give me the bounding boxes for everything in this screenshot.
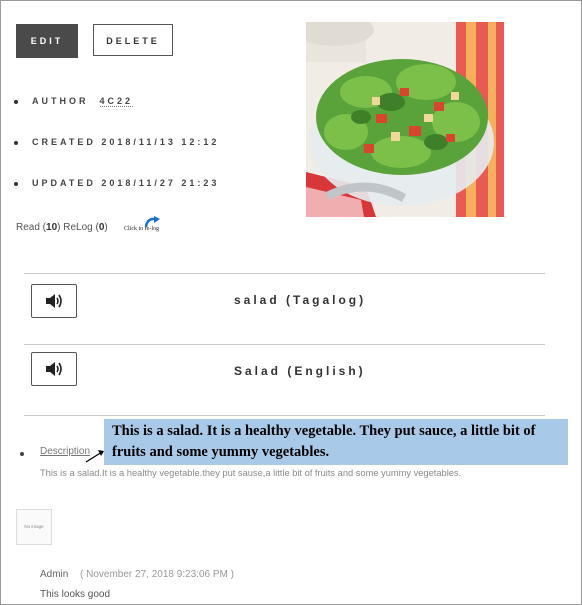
speaker-icon [46,294,62,308]
salad-photo [306,22,504,217]
comment-avatar-placeholder: No image [16,509,52,545]
created-value: 2018/11/13 12:12 [101,137,220,147]
comment-date: ( November 27, 2018 9:23:06 PM ) [80,569,234,580]
description-text: This is a salad.It is a healthy vegetabl… [40,468,462,478]
word-english: Salad (English) [234,364,366,378]
updated-label: UPDATED [32,178,96,188]
author-label: AUTHOR [32,96,89,106]
arrow-icon [85,450,104,463]
bullet-icon [20,452,24,456]
bullet-icon [14,140,18,145]
bullet-icon [14,99,18,104]
relog-label: ReLog [63,222,93,233]
divider [24,273,545,274]
meta-updated: UPDATED 2018/11/27 21:23 [14,178,219,188]
read-label: Read [16,222,40,233]
divider [24,344,545,345]
updated-value: 2018/11/27 21:23 [101,178,220,188]
meta-created: CREATED 2018/11/13 12:12 [14,137,219,147]
comment-text: This looks good [40,589,111,600]
created-label: CREATED [32,137,96,147]
word-tagalog: salad (Tagalog) [234,293,367,307]
edit-button[interactable]: EDIT [16,24,78,58]
speaker-icon [46,362,62,376]
play-audio-button-english[interactable] [31,352,77,386]
description-callout: This is a salad. It is a healthy vegetab… [104,419,568,465]
meta-author: AUTHOR 4C22 [14,96,134,107]
relog-button[interactable]: Click to re-log [124,216,178,236]
read-count: 10 [46,222,58,233]
play-audio-button-tagalog[interactable] [31,284,77,318]
bullet-icon [14,181,18,186]
author-link[interactable]: 4C22 [99,96,134,107]
delete-button[interactable]: DELETE [93,24,173,56]
read-relog-stats: Read (10) ReLog (0) [16,222,108,233]
comment-author: Admin [40,569,69,580]
relog-count: 0 [98,222,105,233]
description-label: Description [40,446,91,457]
relog-button-label: Click to re-log [124,226,159,232]
divider [24,415,545,416]
